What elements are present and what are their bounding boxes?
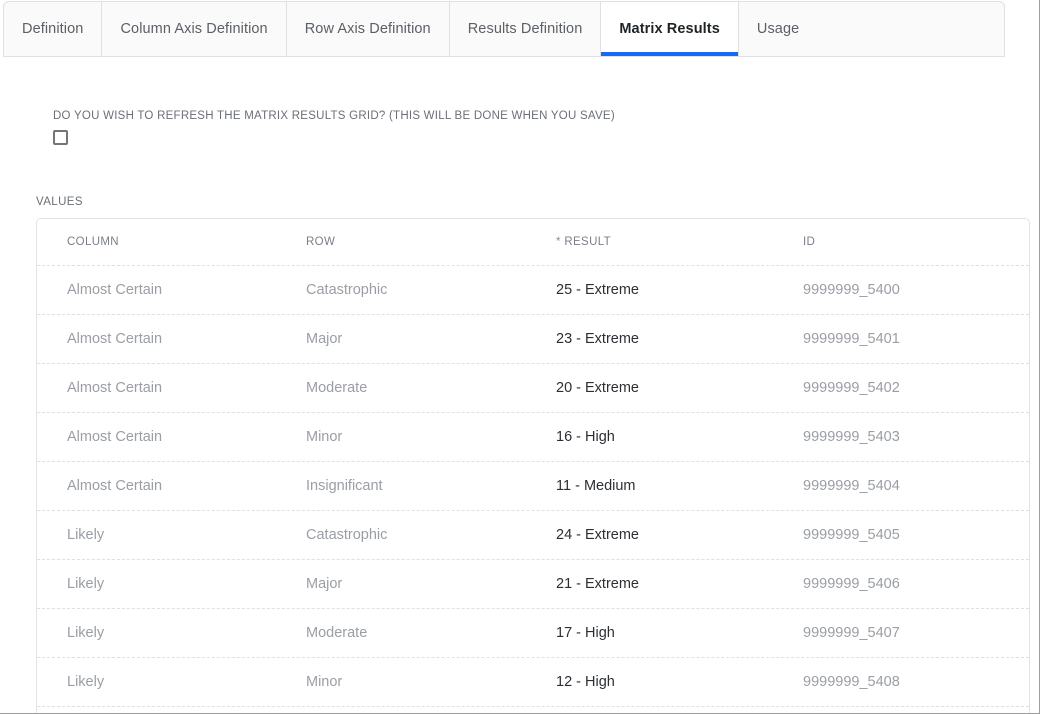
cell-result: 17 - High [556, 625, 803, 641]
tab-bar: Definition Column Axis Definition Row Axis… [3, 1, 1005, 57]
table-row[interactable]: Almost CertainCatastrophic25 - Extreme99… [37, 266, 1029, 315]
tab-column-axis-definition[interactable]: Column Axis Definition [102, 2, 286, 56]
cell-result: 21 - Extreme [556, 576, 803, 592]
cell-id: 9999999_5408 [803, 674, 1019, 690]
cell-row: Catastrophic [306, 282, 556, 298]
tab-matrix-results[interactable]: Matrix Results [601, 2, 739, 56]
matrix-results-page: Definition Column Axis Definition Row Axis… [0, 0, 1040, 714]
cell-id: 9999999_5400 [803, 282, 1019, 298]
cell-id: 9999999_5404 [803, 478, 1019, 494]
tab-usage[interactable]: Usage [739, 2, 817, 56]
cell-id: 9999999_5405 [803, 527, 1019, 543]
table-row[interactable]: LikelyMajor21 - Extreme9999999_5406 [37, 560, 1029, 609]
tab-label: Definition [22, 21, 83, 37]
table-row[interactable]: Almost CertainInsignificant11 - Medium99… [37, 462, 1029, 511]
table-row[interactable]: LikelyCatastrophic24 - Extreme9999999_54… [37, 511, 1029, 560]
cell-result: 23 - Extreme [556, 331, 803, 347]
table-row[interactable]: Almost CertainMajor23 - Extreme9999999_5… [37, 315, 1029, 364]
tab-panel-matrix-results: DO YOU WISH TO REFRESH THE MATRIX RESULT… [0, 57, 1040, 714]
cell-column: Likely [67, 674, 306, 690]
cell-id: 9999999_5407 [803, 625, 1019, 641]
column-header-column[interactable]: COLUMN [67, 236, 306, 248]
values-section-label: VALUES [36, 196, 83, 208]
table-row[interactable]: LikelyMinor12 - High9999999_5408 [37, 658, 1029, 707]
cell-column: Almost Certain [67, 380, 306, 396]
table-row[interactable]: LikelyModerate17 - High9999999_5407 [37, 609, 1029, 658]
table-row[interactable]: Almost CertainModerate20 - Extreme999999… [37, 364, 1029, 413]
cell-row: Catastrophic [306, 527, 556, 543]
cell-row: Moderate [306, 380, 556, 396]
cell-row: Insignificant [306, 478, 556, 494]
cell-row: Moderate [306, 625, 556, 641]
cell-column: Likely [67, 625, 306, 641]
cell-column: Likely [67, 527, 306, 543]
values-table: COLUMN ROW * RESULT ID Almost CertainCat… [36, 218, 1030, 714]
cell-result: 25 - Extreme [556, 282, 803, 298]
column-header-result[interactable]: * RESULT [556, 236, 803, 248]
column-header-row[interactable]: ROW [306, 236, 556, 248]
tab-label: Results Definition [468, 21, 583, 37]
cell-result: 16 - High [556, 429, 803, 445]
cell-result: 20 - Extreme [556, 380, 803, 396]
cell-column: Almost Certain [67, 478, 306, 494]
refresh-grid-label: DO YOU WISH TO REFRESH THE MATRIX RESULT… [53, 110, 615, 122]
required-asterisk-icon: * [556, 236, 561, 248]
cell-id: 9999999_5406 [803, 576, 1019, 592]
cell-result: 12 - High [556, 674, 803, 690]
table-header-row: COLUMN ROW * RESULT ID [37, 219, 1029, 266]
tab-label: Row Axis Definition [305, 21, 431, 37]
cell-column: Almost Certain [67, 429, 306, 445]
table-body: Almost CertainCatastrophic25 - Extreme99… [37, 266, 1029, 707]
refresh-grid-checkbox[interactable] [53, 130, 68, 145]
cell-column: Almost Certain [67, 282, 306, 298]
cell-id: 9999999_5401 [803, 331, 1019, 347]
cell-result: 24 - Extreme [556, 527, 803, 543]
table-row[interactable]: Almost CertainMinor16 - High9999999_5403 [37, 413, 1029, 462]
cell-row: Major [306, 576, 556, 592]
cell-column: Almost Certain [67, 331, 306, 347]
cell-row: Minor [306, 674, 556, 690]
tab-label: Column Axis Definition [120, 21, 267, 37]
cell-column: Likely [67, 576, 306, 592]
cell-id: 9999999_5403 [803, 429, 1019, 445]
cell-row: Minor [306, 429, 556, 445]
tab-label: Matrix Results [619, 21, 720, 37]
cell-result: 11 - Medium [556, 478, 803, 494]
cell-row: Major [306, 331, 556, 347]
column-header-id[interactable]: ID [803, 236, 1019, 248]
refresh-grid-field: DO YOU WISH TO REFRESH THE MATRIX RESULT… [53, 110, 615, 145]
cell-id: 9999999_5402 [803, 380, 1019, 396]
tab-results-definition[interactable]: Results Definition [450, 2, 602, 56]
column-header-result-label: RESULT [564, 236, 611, 248]
tab-definition[interactable]: Definition [4, 2, 102, 56]
tab-label: Usage [757, 21, 799, 37]
tab-row-axis-definition[interactable]: Row Axis Definition [287, 2, 450, 56]
